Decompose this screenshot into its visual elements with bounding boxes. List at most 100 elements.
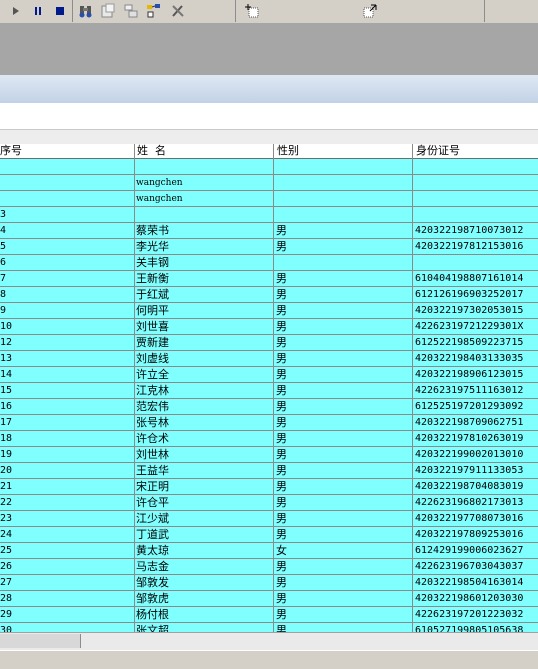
cell-name[interactable]: 王益华 — [136, 463, 273, 479]
cell-name[interactable]: 于红斌 — [136, 287, 273, 303]
pause-icon[interactable] — [30, 3, 46, 19]
cell-id[interactable] — [415, 207, 538, 223]
cell-id[interactable] — [415, 191, 538, 207]
cell-name[interactable]: 江少斌 — [136, 511, 273, 527]
cell-gender[interactable]: 男 — [276, 383, 412, 399]
cell-id[interactable]: 420322198504163014 — [415, 575, 538, 591]
cell-gender[interactable]: 男 — [276, 495, 412, 511]
cell-seq[interactable]: 30 — [0, 623, 134, 632]
cell-name[interactable]: wangchen — [136, 175, 273, 191]
cell-name[interactable]: 刘世林 — [136, 447, 273, 463]
tree-icon[interactable] — [146, 3, 162, 19]
cell-seq[interactable]: 3 — [0, 207, 134, 223]
cell-id[interactable]: 422623196802173013 — [415, 495, 538, 511]
cell-id[interactable]: 42262319721229301X — [415, 319, 538, 335]
cell-seq[interactable]: 25 — [0, 543, 134, 559]
scrollbar-thumb[interactable] — [0, 634, 81, 648]
cell-gender[interactable]: 男 — [276, 623, 412, 632]
cell-seq[interactable]: 13 — [0, 351, 134, 367]
cell-seq[interactable]: 12 — [0, 335, 134, 351]
cell-name[interactable]: 江克林 — [136, 383, 273, 399]
cell-gender[interactable]: 男 — [276, 415, 412, 431]
cell-id[interactable]: 420322198704083019 — [415, 479, 538, 495]
cell-seq[interactable]: 20 — [0, 463, 134, 479]
cell-seq[interactable]: 16 — [0, 399, 134, 415]
cell-name[interactable]: wangchen — [136, 191, 273, 207]
cell-gender[interactable]: 男 — [276, 367, 412, 383]
cell-gender[interactable]: 男 — [276, 239, 412, 255]
header-id[interactable]: 身份证号 — [415, 144, 460, 158]
header-seq[interactable]: 序号 — [0, 144, 22, 158]
cell-gender[interactable]: 男 — [276, 511, 412, 527]
cell-seq[interactable]: 5 — [0, 239, 134, 255]
cell-id[interactable]: 612126196903252017 — [415, 287, 538, 303]
cell-name[interactable]: 张号林 — [136, 415, 273, 431]
cell-seq[interactable]: 9 — [0, 303, 134, 319]
cell-name[interactable]: 宋正明 — [136, 479, 273, 495]
cell-id[interactable]: 610404198807161014 — [415, 271, 538, 287]
cell-id[interactable]: 420322197809253016 — [415, 527, 538, 543]
cell-id[interactable] — [415, 159, 538, 175]
cell-gender[interactable]: 男 — [276, 335, 412, 351]
cell-gender[interactable] — [276, 159, 412, 175]
cell-gender[interactable]: 男 — [276, 575, 412, 591]
cell-id[interactable]: 420322197812153016 — [415, 239, 538, 255]
cell-name[interactable] — [136, 159, 273, 175]
cell-gender[interactable]: 男 — [276, 399, 412, 415]
cell-id[interactable]: 612522198509223715 — [415, 335, 538, 351]
horizontal-scrollbar[interactable] — [0, 632, 538, 650]
cell-gender[interactable]: 男 — [276, 351, 412, 367]
cell-id[interactable]: 420322198710073012 — [415, 223, 538, 239]
cell-id[interactable]: 420322199002013010 — [415, 447, 538, 463]
cell-seq[interactable] — [0, 175, 134, 191]
cell-name[interactable]: 许仓平 — [136, 495, 273, 511]
cell-name[interactable]: 李光华 — [136, 239, 273, 255]
cell-name[interactable]: 丁道武 — [136, 527, 273, 543]
cell-id[interactable] — [415, 255, 538, 271]
cell-gender[interactable] — [276, 175, 412, 191]
cell-gender[interactable]: 男 — [276, 447, 412, 463]
cell-seq[interactable]: 21 — [0, 479, 134, 495]
cell-seq[interactable]: 17 — [0, 415, 134, 431]
header-name[interactable]: 姓 名 — [136, 144, 166, 158]
cell-id[interactable]: 420322198403133035 — [415, 351, 538, 367]
binoculars-icon[interactable] — [78, 3, 94, 19]
cell-seq[interactable]: 4 — [0, 223, 134, 239]
document-props-icon[interactable] — [100, 3, 116, 19]
cell-seq[interactable]: 28 — [0, 591, 134, 607]
cell-seq[interactable]: 8 — [0, 287, 134, 303]
cell-seq[interactable] — [0, 191, 134, 207]
cell-seq[interactable]: 19 — [0, 447, 134, 463]
cell-id[interactable]: 610527199805105638 — [415, 623, 538, 632]
cell-seq[interactable]: 26 — [0, 559, 134, 575]
cell-gender[interactable]: 男 — [276, 319, 412, 335]
cell-name[interactable]: 黄太琼 — [136, 543, 273, 559]
cell-name[interactable]: 杨付根 — [136, 607, 273, 623]
cell-name[interactable]: 许立全 — [136, 367, 273, 383]
cell-gender[interactable]: 男 — [276, 607, 412, 623]
cell-gender[interactable]: 男 — [276, 591, 412, 607]
cell-id[interactable]: 420322198906123015 — [415, 367, 538, 383]
cell-gender[interactable]: 男 — [276, 463, 412, 479]
cell-name[interactable]: 邹敦发 — [136, 575, 273, 591]
cell-seq[interactable]: 14 — [0, 367, 134, 383]
cell-name[interactable]: 许仓术 — [136, 431, 273, 447]
cell-seq[interactable]: 7 — [0, 271, 134, 287]
cell-seq[interactable]: 24 — [0, 527, 134, 543]
tools-icon[interactable] — [170, 3, 186, 19]
frame-insert-icon[interactable] — [244, 3, 260, 19]
cell-seq[interactable]: 15 — [0, 383, 134, 399]
cell-gender[interactable]: 男 — [276, 271, 412, 287]
cell-gender[interactable]: 男 — [276, 527, 412, 543]
cell-gender[interactable]: 男 — [276, 431, 412, 447]
stop-icon[interactable] — [52, 3, 68, 19]
cell-id[interactable]: 420322197302053015 — [415, 303, 538, 319]
cell-name[interactable]: 马志金 — [136, 559, 273, 575]
cell-gender[interactable] — [276, 207, 412, 223]
cell-gender[interactable]: 男 — [276, 303, 412, 319]
cell-gender[interactable] — [276, 191, 412, 207]
cell-id[interactable]: 420322197708073016 — [415, 511, 538, 527]
cell-gender[interactable]: 男 — [276, 479, 412, 495]
cell-name[interactable]: 何明平 — [136, 303, 273, 319]
cell-seq[interactable]: 6 — [0, 255, 134, 271]
